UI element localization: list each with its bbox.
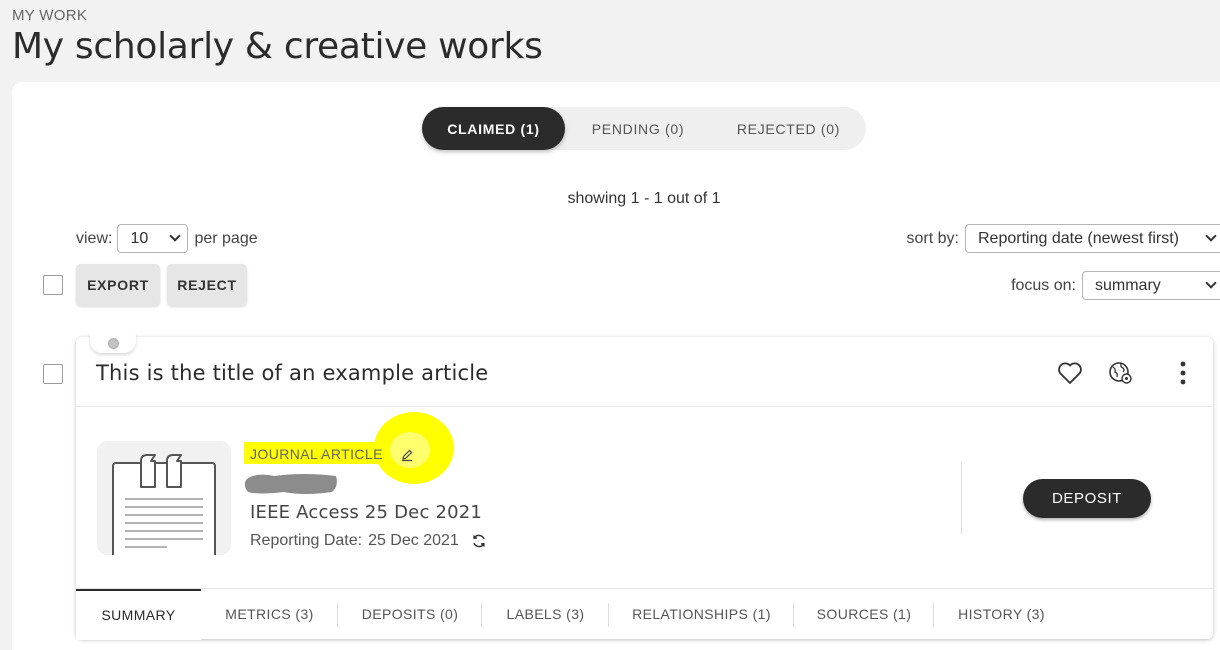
per-page-suffix: per page [194,229,258,247]
document-quote-icon [97,441,231,555]
card-tabs: SUMMARY METRICS (3) DEPOSITS (0) LABELS … [76,588,1213,640]
page-title: My scholarly & creative works [12,26,543,67]
heart-icon[interactable] [1056,359,1084,387]
card-header: This is the title of an example article [76,333,1213,407]
redacted-authors [244,474,337,494]
tab-rejected[interactable]: REJECTED (0) [711,107,866,150]
results-count: showing 1 - 1 out of 1 [567,190,721,207]
sort-label: sort by: [906,229,959,247]
work-card: This is the title of an example article [76,333,1213,640]
tab-deposits-label: DEPOSITS (0) [361,606,459,622]
tab-metrics[interactable]: METRICS (3) [201,589,338,640]
view-per-page: view: 10 per page [76,224,258,253]
per-page-select[interactable]: 10 [117,224,189,253]
item-checkbox[interactable] [43,364,63,384]
chevron-down-icon [169,230,182,242]
globe-settings-icon[interactable] [1107,359,1135,387]
reject-button[interactable]: REJECT [167,264,247,306]
tab-metrics-label: METRICS (3) [225,606,314,622]
sort-select[interactable]: Reporting date (newest first) [965,224,1220,253]
tab-relationships-label: RELATIONSHIPS (1) [632,606,771,622]
focus-value: summary [1095,276,1161,294]
chevron-down-icon [1205,277,1217,289]
export-button[interactable]: EXPORT [76,264,160,306]
tab-claimed[interactable]: CLAIMED (1) [422,107,565,150]
vertical-divider [961,462,962,534]
tab-labels[interactable]: LABELS (3) [482,589,609,640]
view-label: view: [76,229,113,247]
work-type-label: JOURNAL ARTICLE [250,446,383,462]
reporting-date-row: Reporting Date: 25 Dec 2021 [250,532,487,550]
refresh-icon[interactable] [471,533,487,549]
tab-sources-label: SOURCES (1) [816,606,912,622]
tab-history[interactable]: HISTORY (3) [934,589,1069,640]
tab-summary-label: SUMMARY [101,607,176,623]
focus-select[interactable]: summary [1082,271,1220,300]
select-all-checkbox[interactable] [43,275,63,295]
chevron-down-icon [1205,230,1217,242]
per-page-value: 10 [130,229,149,247]
tab-labels-label: LABELS (3) [506,606,585,622]
badge-dot-icon [107,337,119,349]
page-eyebrow: MY WORK [12,7,88,24]
tab-summary[interactable]: SUMMARY [76,588,201,640]
tab-sources[interactable]: SOURCES (1) [794,589,934,640]
publication-venue: IEEE Access 25 Dec 2021 [250,502,483,523]
tab-pending[interactable]: PENDING (0) [565,107,711,150]
sort-control: sort by: Reporting date (newest first) [907,224,1220,253]
work-title[interactable]: This is the title of an example article [96,361,488,385]
status-tabs: CLAIMED (1) PENDING (0) REJECTED (0) [422,107,866,150]
tab-deposits[interactable]: DEPOSITS (0) [338,589,482,640]
card-body: JOURNAL ARTICLE IEEE Access 25 Dec 2021 … [76,408,1213,588]
sort-value: Reporting date (newest first) [978,229,1179,247]
edit-pencil-icon[interactable] [400,448,414,462]
tab-relationships[interactable]: RELATIONSHIPS (1) [609,589,794,640]
reporting-date-value: 25 Dec 2021 [368,532,459,549]
works-panel: CLAIMED (1) PENDING (0) REJECTED (0) sho… [12,82,1220,650]
deposit-button[interactable]: DEPOSIT [1023,479,1151,518]
focus-label: focus on: [1011,276,1076,294]
tab-history-label: HISTORY (3) [958,606,1045,622]
kebab-menu-icon[interactable] [1169,359,1197,387]
focus-control: focus on: summary [1011,271,1220,300]
reporting-date-label: Reporting Date: [250,532,363,549]
card-tag-tab [90,333,136,353]
